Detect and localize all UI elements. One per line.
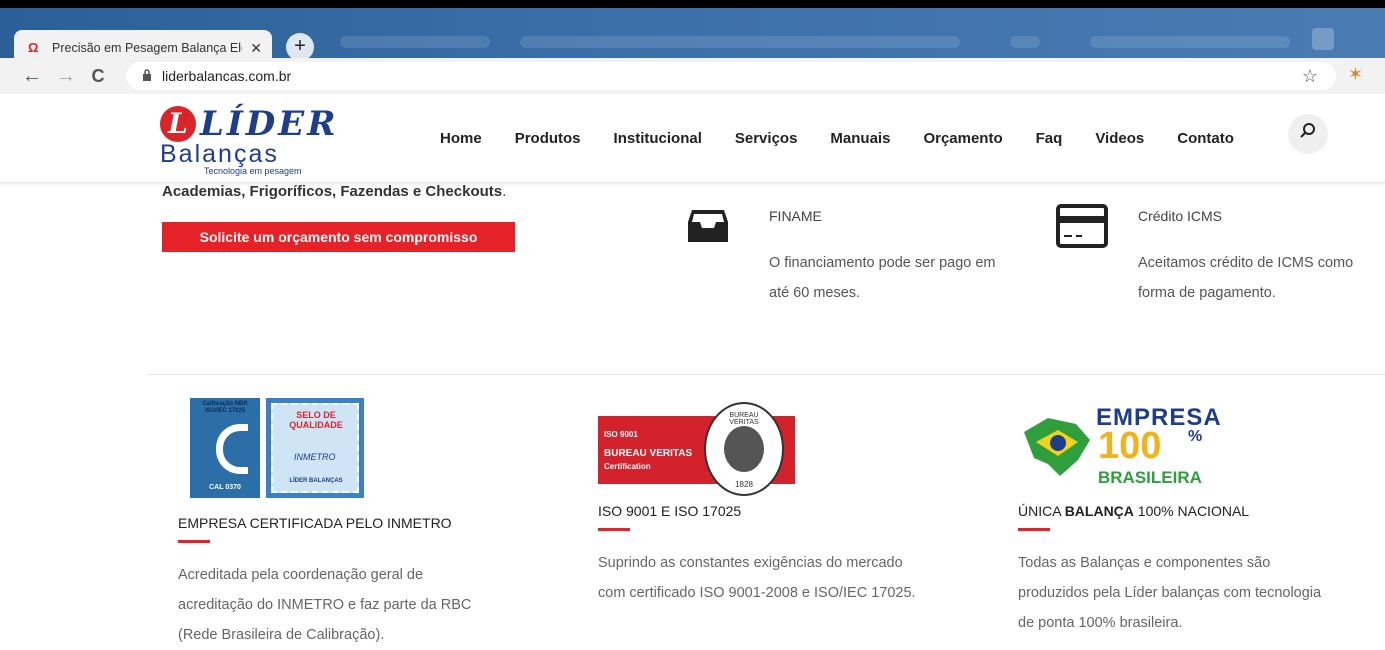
cert-text-nacional: Todas as Balanças e componentes são prod… bbox=[1018, 548, 1321, 638]
menu-item-orcamento[interactable]: Orçamento bbox=[923, 130, 1002, 147]
bookmark-star-icon[interactable]: ☆ bbox=[1302, 66, 1318, 87]
browser-tab-strip: Ω Precisão em Pesagem Balança Ele ✕ + bbox=[0, 8, 1385, 66]
cert-text-line: acreditação do INMETRO e faz parte da RB… bbox=[178, 597, 472, 613]
blurred-tab[interactable] bbox=[1010, 36, 1040, 48]
url-text: liderbalancas.com.br bbox=[162, 68, 292, 84]
feature-text-finame: O financiamento pode ser pago em até 60 … bbox=[769, 248, 996, 308]
empresa-brasileira-logo: EMPRESA 100 % BRASILEIRA bbox=[1018, 404, 1238, 490]
profile-avatar[interactable] bbox=[1312, 28, 1334, 50]
extension-icon[interactable]: ✶ bbox=[1348, 64, 1363, 85]
title-bold: BALANÇA bbox=[1064, 503, 1134, 519]
menu-item-contato[interactable]: Contato bbox=[1177, 130, 1234, 147]
feature-title-icms: Crédito ICMS bbox=[1138, 208, 1223, 224]
feature-text-line: até 60 meses. bbox=[769, 285, 861, 301]
logo-sub: Balanças bbox=[160, 140, 279, 168]
badge-subtitle: BRASILEIRA bbox=[1098, 468, 1202, 487]
cert-title-iso: ISO 9001 E ISO 17025 bbox=[598, 503, 742, 519]
cert-text-line: produzidos pela Líder balanças com tecno… bbox=[1018, 585, 1322, 601]
badge-number: 100 bbox=[1098, 425, 1162, 467]
badge-letter-a bbox=[216, 424, 248, 474]
back-icon[interactable]: ← bbox=[20, 62, 44, 90]
cert-text-line: com certificado ISO 9001-2008 e ISO/IEC … bbox=[598, 585, 916, 601]
feature-title-finame: FINAME bbox=[769, 208, 822, 224]
cert-title-nacional: ÚNICA BALANÇA 100% NACIONAL bbox=[1018, 503, 1249, 519]
logo-word: LÍDER bbox=[200, 104, 339, 144]
credit-card-icon bbox=[1056, 204, 1108, 253]
blurred-tab[interactable] bbox=[520, 36, 960, 48]
accent-line bbox=[598, 528, 630, 531]
cert-text-line: Todas as Balanças e componentes são bbox=[1018, 555, 1271, 571]
cert-text-inmetro: Acreditada pela coordenação geral de acr… bbox=[178, 560, 471, 650]
intro-text-dot: . bbox=[502, 183, 507, 200]
menu-item-videos[interactable]: Videos bbox=[1095, 130, 1144, 147]
seal-brand: INMETRO bbox=[294, 452, 336, 462]
address-bar[interactable]: liderbalancas.com.br ☆ bbox=[126, 62, 1336, 90]
logo-tagline: Tecnologia em pesagem bbox=[204, 166, 302, 176]
menu-item-manuais[interactable]: Manuais bbox=[830, 130, 890, 147]
logo-mark: L bbox=[160, 106, 196, 142]
tab-title: Precisão em Pesagem Balança Ele bbox=[52, 41, 243, 55]
search-icon bbox=[1300, 123, 1315, 138]
menu-item-servicos[interactable]: Serviços bbox=[735, 130, 798, 147]
reload-icon[interactable]: C bbox=[86, 62, 110, 90]
screen-top-border bbox=[0, 0, 1385, 8]
site-logo[interactable]: L LÍDER Balanças Tecnologia em pesagem bbox=[160, 104, 340, 176]
forward-icon[interactable]: → bbox=[54, 62, 78, 90]
menu-item-produtos[interactable]: Produtos bbox=[515, 130, 581, 147]
bv-text: BUREAU VERITAS bbox=[604, 448, 693, 459]
main-menu: Home Produtos Institucional Serviços Man… bbox=[440, 130, 1267, 147]
feature-text-line: forma de pagamento. bbox=[1138, 285, 1276, 301]
tab-close-icon[interactable]: ✕ bbox=[250, 40, 262, 57]
seal-bottom: LÍDER BALANÇAS bbox=[289, 478, 343, 484]
intro-text: Academias, Frigoríficos, Fazendas e Chec… bbox=[162, 183, 506, 200]
site-header: L LÍDER Balanças Tecnologia em pesagem H… bbox=[0, 94, 1385, 183]
accent-line bbox=[1018, 528, 1050, 531]
cert-text-line: Acreditada pela coordenação geral de bbox=[178, 567, 424, 583]
brazil-map-icon bbox=[1024, 418, 1090, 476]
title-part: 100% NACIONAL bbox=[1133, 503, 1250, 519]
feature-text-line: Aceitamos crédito de ICMS como bbox=[1138, 255, 1354, 271]
seal-emblem bbox=[724, 426, 764, 472]
feature-text-icms: Aceitamos crédito de ICMS como forma de … bbox=[1138, 248, 1353, 308]
seal-ring-text: BUREAU VERITAS bbox=[729, 412, 759, 426]
menu-item-faq[interactable]: Faq bbox=[1036, 130, 1063, 147]
browser-toolbar: ← → C liderbalancas.com.br ☆ ✶ bbox=[0, 58, 1385, 95]
section-divider bbox=[148, 374, 1385, 375]
feature-text-line: O financiamento pode ser pago em bbox=[769, 255, 996, 271]
badge-percent: % bbox=[1188, 428, 1203, 445]
bv-text: ISO 9001 bbox=[604, 430, 638, 439]
cert-text-line: Suprindo as constantes exigências do mer… bbox=[598, 555, 903, 571]
cert-text-line: (Rede Brasileira de Calibração). bbox=[178, 627, 385, 643]
lock-icon bbox=[142, 68, 152, 84]
search-button[interactable] bbox=[1288, 114, 1328, 154]
quote-request-button[interactable]: Solicite um orçamento sem compromisso bbox=[162, 222, 515, 252]
cert-text-iso: Suprindo as constantes exigências do mer… bbox=[598, 548, 916, 608]
seal-text: SELO DE QUALIDADE bbox=[289, 410, 343, 430]
badge-text: CAL 0370 bbox=[209, 484, 241, 491]
bv-text: Certification bbox=[604, 462, 651, 471]
badge-text: Calibração NBR ISO/IEC 17025 bbox=[202, 401, 248, 414]
cert-text-line: de ponta 100% brasileira. bbox=[1018, 615, 1183, 631]
intro-text-main: Academias, Frigoríficos, Fazendas e Chec… bbox=[162, 183, 503, 200]
menu-item-home[interactable]: Home bbox=[440, 130, 482, 147]
favicon-icon: Ω bbox=[28, 40, 39, 55]
bureau-veritas-seal: BUREAU VERITAS 1828 bbox=[704, 402, 784, 496]
new-tab-button[interactable]: + bbox=[286, 33, 314, 61]
calibration-badge-image: Calibração NBR ISO/IEC 17025 CAL 0370 bbox=[190, 398, 260, 498]
title-part: ÚNICA bbox=[1018, 503, 1065, 519]
blurred-tab[interactable] bbox=[1090, 36, 1290, 48]
inbox-icon bbox=[686, 208, 730, 249]
blurred-tab[interactable] bbox=[340, 36, 490, 48]
quality-seal-image: SELO DE QUALIDADE INMETRO LÍDER BALANÇAS bbox=[266, 398, 364, 498]
seal-year: 1828 bbox=[735, 480, 753, 489]
accent-line bbox=[178, 540, 210, 543]
menu-item-institucional[interactable]: Institucional bbox=[614, 130, 702, 147]
cert-title-inmetro: EMPRESA CERTIFICADA PELO INMETRO bbox=[178, 515, 452, 531]
